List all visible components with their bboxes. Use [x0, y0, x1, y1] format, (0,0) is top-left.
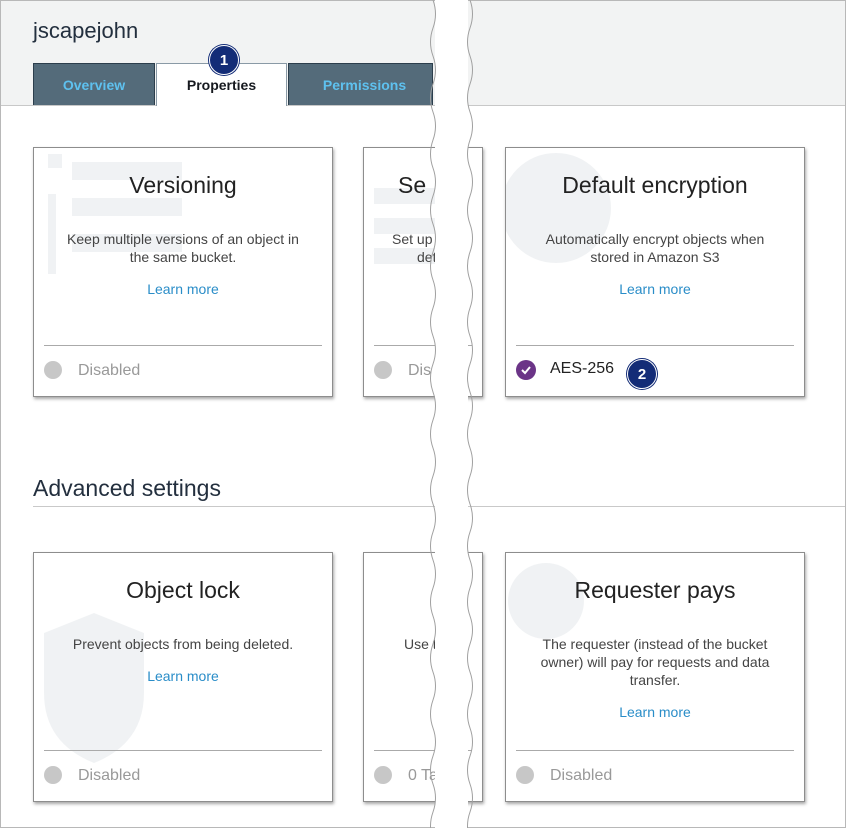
- torn-edge-divider: [430, 0, 473, 828]
